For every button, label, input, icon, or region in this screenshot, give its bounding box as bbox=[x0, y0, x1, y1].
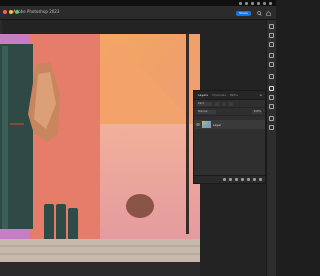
channels-icon[interactable] bbox=[269, 95, 274, 100]
adjustment-filter-icon[interactable] bbox=[222, 101, 226, 106]
layer-filter-row: Kind bbox=[194, 100, 265, 108]
new-layer-icon[interactable] bbox=[253, 178, 256, 181]
panel-menu-icon[interactable]: ≡ bbox=[259, 93, 262, 97]
app-bar: Adobe Photoshop 2023 Share bbox=[0, 6, 276, 20]
eye-icon[interactable] bbox=[196, 123, 200, 126]
swatches-icon[interactable] bbox=[269, 33, 274, 38]
layer-row[interactable]: Layer bbox=[194, 120, 265, 129]
tab-layers[interactable]: Layers bbox=[198, 93, 208, 97]
blend-row: Normal 100% bbox=[194, 108, 265, 116]
wifi-icon[interactable] bbox=[257, 1, 260, 5]
history-icon[interactable] bbox=[269, 116, 274, 121]
menubar-icon[interactable] bbox=[251, 1, 254, 5]
search-icon[interactable] bbox=[257, 11, 262, 16]
menubar-icon[interactable] bbox=[239, 1, 242, 5]
group-icon[interactable] bbox=[247, 178, 250, 181]
type-filter-icon[interactable] bbox=[229, 101, 233, 106]
layers-panel-tabs: Layers Channels Paths ≡ bbox=[194, 91, 265, 100]
control-center-icon[interactable] bbox=[269, 1, 272, 5]
layer-thumbnail bbox=[202, 121, 211, 128]
photo-image bbox=[0, 34, 200, 262]
status-bar bbox=[0, 262, 200, 276]
document-canvas[interactable] bbox=[0, 34, 200, 262]
battery-icon[interactable] bbox=[263, 1, 266, 5]
pixel-filter-icon[interactable] bbox=[215, 101, 219, 106]
learn-icon[interactable] bbox=[269, 74, 274, 79]
trash-icon[interactable] bbox=[259, 178, 262, 181]
menubar-icon[interactable] bbox=[245, 1, 248, 5]
opacity-field[interactable]: 100% bbox=[252, 109, 262, 114]
options-bar bbox=[2, 20, 200, 34]
color-icon[interactable] bbox=[269, 24, 274, 29]
layers-panel-footer bbox=[194, 175, 265, 183]
layers-panel: Layers Channels Paths ≡ Kind Normal 100%… bbox=[193, 90, 266, 184]
layers-icon[interactable] bbox=[269, 86, 274, 91]
panel-dock bbox=[266, 20, 276, 276]
share-button[interactable]: Share bbox=[236, 11, 251, 16]
adjustments-icon[interactable] bbox=[269, 62, 274, 67]
libraries-icon[interactable] bbox=[269, 42, 274, 47]
home-icon[interactable] bbox=[266, 11, 271, 16]
fx-icon[interactable] bbox=[229, 178, 232, 181]
kind-filter-select[interactable]: Kind bbox=[197, 101, 212, 106]
link-layers-icon[interactable] bbox=[223, 178, 226, 181]
layer-name[interactable]: Layer bbox=[213, 123, 221, 127]
mask-icon[interactable] bbox=[235, 178, 238, 181]
adjustment-layer-icon[interactable] bbox=[241, 178, 244, 181]
properties-icon[interactable] bbox=[269, 53, 274, 58]
brush-icon[interactable] bbox=[269, 125, 274, 130]
app-title: Adobe Photoshop 2023 bbox=[13, 9, 60, 14]
close-window-button[interactable] bbox=[3, 10, 7, 14]
tab-channels[interactable]: Channels bbox=[212, 93, 226, 97]
paths-icon[interactable] bbox=[269, 104, 274, 109]
blend-mode-select[interactable]: Normal bbox=[197, 109, 216, 114]
tab-paths[interactable]: Paths bbox=[230, 93, 238, 97]
